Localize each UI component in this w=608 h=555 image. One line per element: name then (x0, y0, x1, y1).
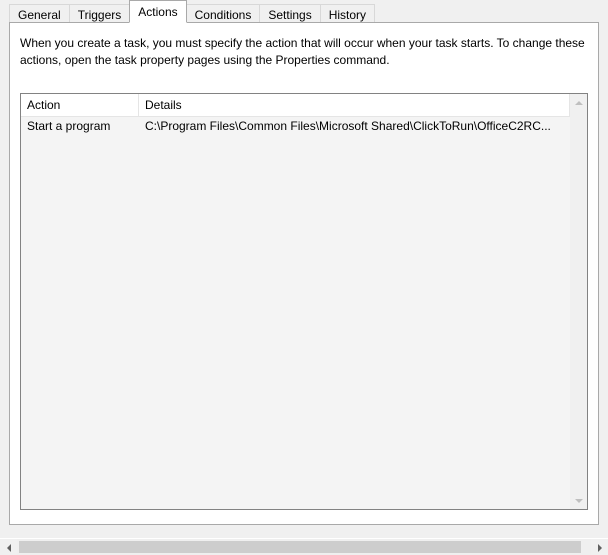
actions-list-inner: Action Details Start a program C:\Progra… (21, 94, 570, 509)
cell-action: Start a program (21, 119, 139, 133)
column-headers: Action Details (21, 94, 570, 117)
chevron-right-icon (598, 544, 602, 552)
tab-page-actions: When you create a task, you must specify… (9, 22, 599, 525)
scroll-right-button[interactable] (591, 539, 608, 555)
chevron-down-icon (575, 499, 583, 503)
scrollbar-thumb[interactable] (19, 541, 581, 553)
task-properties-panel: General Triggers Actions Conditions Sett… (0, 0, 608, 555)
tab-conditions[interactable]: Conditions (186, 4, 261, 24)
column-header-details[interactable]: Details (139, 94, 570, 116)
cell-details: C:\Program Files\Common Files\Microsoft … (139, 119, 570, 133)
tab-triggers[interactable]: Triggers (69, 4, 131, 24)
scroll-up-button[interactable] (570, 94, 587, 111)
list-vertical-scrollbar[interactable] (570, 94, 587, 509)
tab-settings[interactable]: Settings (259, 4, 320, 24)
tab-strip: General Triggers Actions Conditions Sett… (9, 0, 375, 23)
actions-rows: Start a program C:\Program Files\Common … (21, 117, 570, 509)
tab-actions[interactable]: Actions (129, 0, 186, 23)
actions-list[interactable]: Action Details Start a program C:\Progra… (20, 93, 588, 510)
chevron-up-icon (575, 101, 583, 105)
table-row[interactable]: Start a program C:\Program Files\Common … (21, 117, 570, 135)
scrollbar-track[interactable] (17, 539, 591, 555)
tab-general[interactable]: General (9, 4, 70, 24)
scroll-left-button[interactable] (0, 539, 17, 555)
chevron-left-icon (7, 544, 11, 552)
scroll-down-button[interactable] (570, 492, 587, 509)
column-header-action[interactable]: Action (21, 94, 139, 116)
tab-history[interactable]: History (320, 4, 375, 24)
actions-description: When you create a task, you must specify… (10, 23, 598, 82)
panel-horizontal-scrollbar[interactable] (0, 538, 608, 555)
